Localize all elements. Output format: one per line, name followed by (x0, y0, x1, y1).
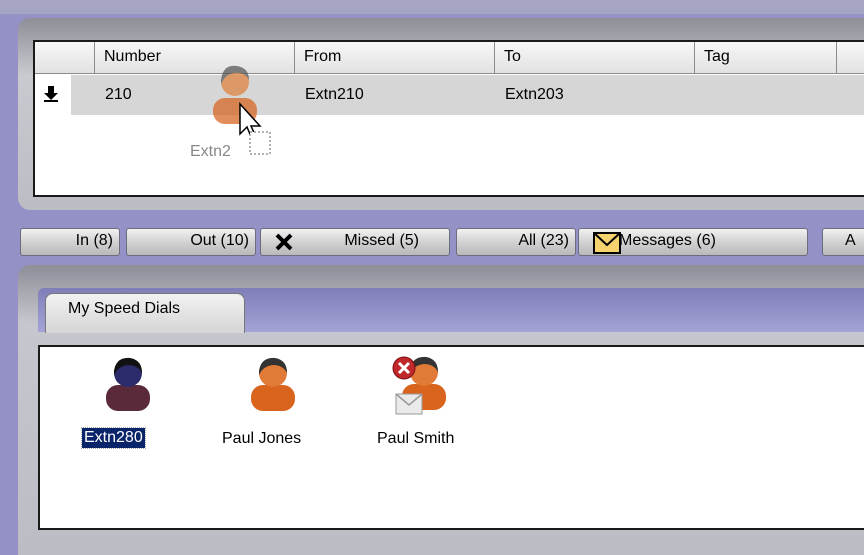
tab-messages[interactable]: Messages (6) (578, 228, 808, 256)
tab-missed[interactable]: Missed (5) (260, 228, 450, 256)
column-header-from[interactable]: From (295, 42, 495, 74)
column-header-direction[interactable] (35, 42, 95, 74)
call-log-table[interactable]: Number From To Tag 210 Extn210 Extn203 (33, 40, 864, 197)
column-header-tag[interactable]: Tag (695, 42, 837, 74)
top-strip (0, 0, 864, 14)
tab-all[interactable]: All (23) (456, 228, 576, 256)
speed-dial-label-paul-smith[interactable]: Paul Smith (377, 430, 454, 448)
call-log-header: Number From To Tag (35, 42, 864, 74)
incoming-arrow-icon (41, 84, 61, 104)
envelope-icon (593, 232, 621, 259)
tab-messages-label: Messages (6) (619, 232, 716, 249)
tab-out[interactable]: Out (10) (126, 228, 256, 256)
speed-dial-label-extn280[interactable]: Extn280 (81, 427, 146, 449)
tab-my-speed-dials[interactable]: My Speed Dials (45, 293, 245, 333)
tab-more[interactable]: A (822, 228, 864, 256)
table-row[interactable] (71, 75, 864, 115)
missed-x-icon (273, 231, 295, 258)
mouse-pointer-icon (238, 102, 272, 163)
row-from: Extn210 (305, 86, 364, 103)
column-header-extra[interactable] (837, 42, 864, 74)
tab-in[interactable]: In (8) (20, 228, 120, 256)
contact-dark-icon (100, 357, 156, 417)
column-header-to[interactable]: To (495, 42, 695, 74)
speed-dial-paul-smith[interactable] (388, 352, 454, 423)
tab-missed-label: Missed (5) (344, 232, 419, 249)
speed-dial-paul-jones[interactable] (245, 355, 301, 418)
speed-dial-extn280[interactable] (100, 355, 156, 418)
drag-label: Extn2 (190, 143, 231, 160)
contact-busy-message-icon (388, 356, 454, 422)
row-to: Extn203 (505, 86, 564, 103)
row-number: 210 (105, 86, 132, 103)
contact-icon (245, 357, 301, 417)
speed-dial-label-paul-jones[interactable]: Paul Jones (222, 430, 301, 448)
